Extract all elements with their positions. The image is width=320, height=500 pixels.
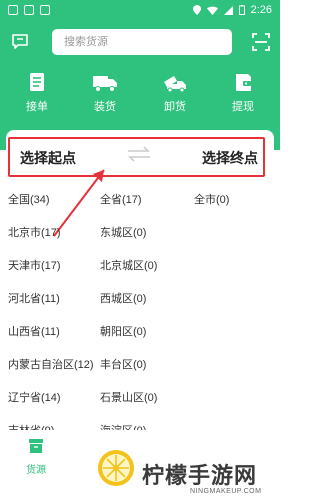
notification-icon: [40, 5, 50, 15]
message-icon[interactable]: [12, 34, 28, 49]
swap-icon[interactable]: [126, 146, 152, 162]
district-item[interactable]: 全市(0): [194, 188, 229, 221]
battery-icon: [238, 5, 245, 15]
city-item[interactable]: 东城区(0): [100, 221, 157, 254]
province-item[interactable]: 北京市(17): [8, 221, 94, 254]
watermark-title: 柠檬手游网: [142, 463, 258, 488]
menu-label: 接单: [26, 101, 48, 113]
province-item[interactable]: 山西省(11): [8, 320, 94, 353]
menu-label: 装货: [94, 101, 116, 113]
province-item[interactable]: 辽宁省(14): [8, 386, 94, 419]
menu-item-accept-order[interactable]: 接单: [12, 68, 62, 114]
notification-icon: [8, 5, 18, 15]
province-item[interactable]: 河北省(11): [8, 287, 94, 320]
menu-item-load[interactable]: 装货: [80, 68, 130, 114]
city-list: 全省(17) 东城区(0) 北京城区(0) 西城区(0) 朝阳区(0) 丰台区(…: [100, 188, 157, 452]
truck-icon: [93, 76, 117, 92]
search-bar: [0, 26, 280, 58]
status-time: 2:26: [250, 4, 272, 16]
city-item[interactable]: 朝阳区(0): [100, 320, 157, 353]
city-item[interactable]: 西城区(0): [100, 287, 157, 320]
cargo-box-icon: [29, 439, 43, 453]
city-item[interactable]: 北京城区(0): [100, 254, 157, 287]
location-icon: [192, 5, 201, 15]
select-end-point[interactable]: 选择终点: [202, 148, 258, 168]
menu-item-withdraw[interactable]: 提现: [218, 68, 268, 114]
search-input[interactable]: [52, 29, 232, 55]
unload-truck-icon: [164, 76, 186, 92]
scan-icon[interactable]: [252, 33, 270, 51]
district-list: 全市(0): [194, 188, 229, 221]
quick-menu: 接单 装货 卸货 提现: [0, 68, 280, 116]
menu-label: 提现: [232, 101, 254, 113]
watermark-url: NINGMAKEUP.COM: [190, 488, 262, 495]
city-item[interactable]: 全省(17): [100, 188, 157, 221]
menu-label: 卸货: [164, 101, 186, 113]
province-item[interactable]: 全国(34): [8, 188, 94, 221]
province-item[interactable]: 天津市(17): [8, 254, 94, 287]
notification-icon: [24, 5, 34, 15]
menu-item-unload[interactable]: 卸货: [150, 68, 200, 114]
tab-source[interactable]: 货源: [20, 438, 52, 476]
status-bar: 2:26: [0, 0, 280, 20]
document-icon: [30, 73, 44, 91]
lemon-logo: [98, 450, 134, 486]
status-notifications: [8, 5, 50, 15]
signal-icon: [223, 5, 233, 15]
tab-label: 货源: [26, 465, 46, 476]
wifi-icon: [206, 6, 218, 15]
city-item[interactable]: 石景山区(0): [100, 386, 157, 419]
province-list: 全国(34) 北京市(17) 天津市(17) 河北省(11) 山西省(11) 内…: [8, 188, 94, 452]
city-item[interactable]: 丰台区(0): [100, 353, 157, 386]
province-item[interactable]: 内蒙古自治区(12): [8, 353, 94, 386]
wallet-icon: [236, 74, 251, 91]
